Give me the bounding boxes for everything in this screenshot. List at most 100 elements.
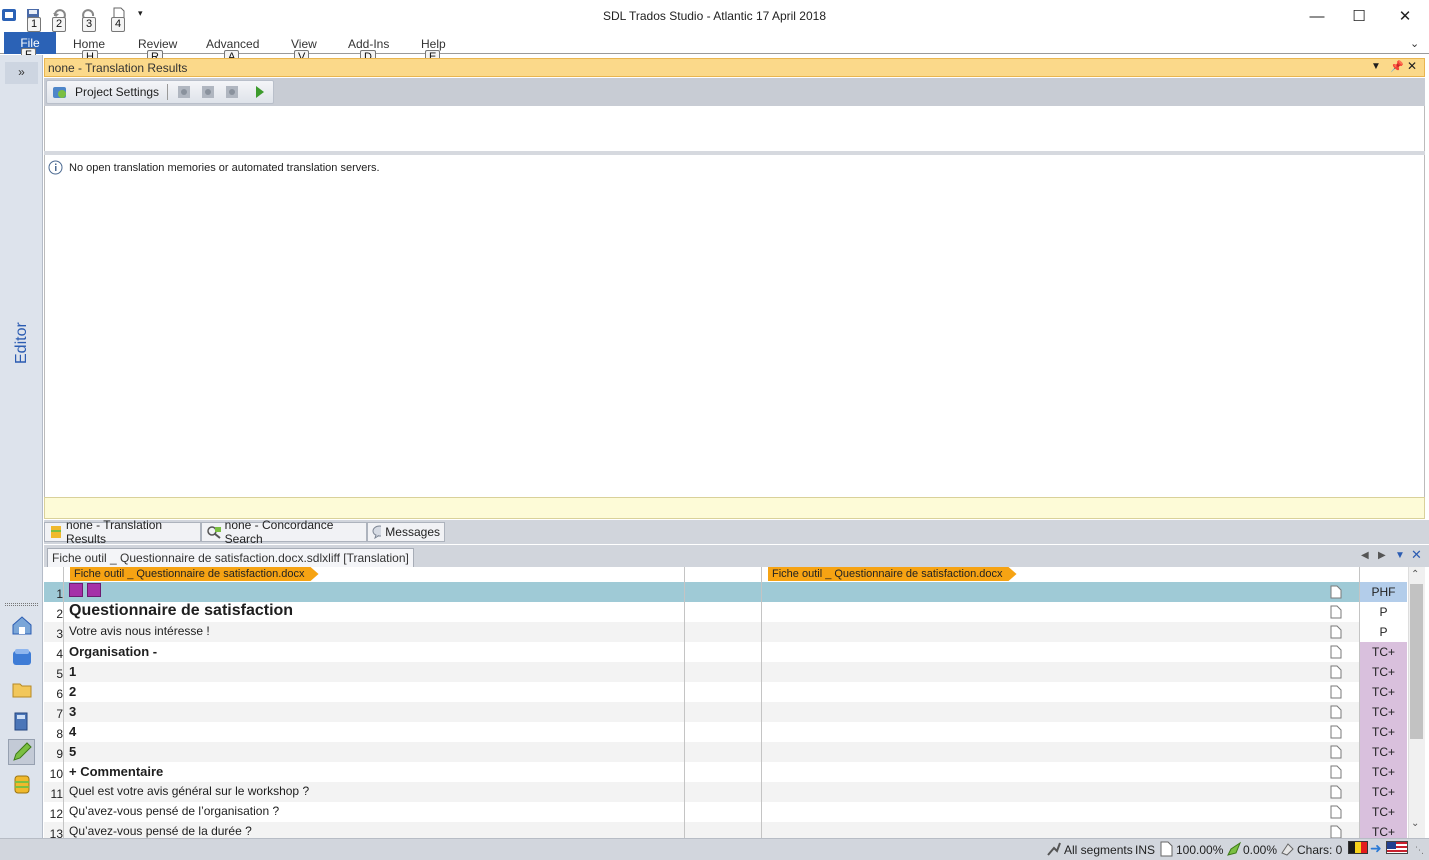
segment-row-1[interactable]: 1 PHF	[44, 582, 1407, 602]
segment-status-cell[interactable]	[685, 702, 1342, 722]
reports-view-icon[interactable]	[8, 708, 35, 734]
scroll-down-icon[interactable]: ⌄	[1411, 818, 1419, 829]
apply-result-icon[interactable]	[253, 84, 267, 103]
segment-status-cell[interactable]	[685, 622, 1342, 642]
tab-messages[interactable]: Messages	[367, 522, 445, 542]
scrollbar-thumb[interactable]	[1410, 584, 1423, 739]
tab-review[interactable]: Review	[138, 37, 177, 51]
segment-target-text[interactable]	[762, 742, 1360, 762]
tab-translation-results[interactable]: none - Translation Results	[44, 518, 201, 546]
panel-dropdown-icon[interactable]: ▼	[1371, 61, 1381, 72]
segment-target-text[interactable]	[762, 662, 1360, 682]
segment-status-cell[interactable]	[685, 602, 1342, 622]
segment-target-text[interactable]	[762, 642, 1360, 662]
document-tab[interactable]: Fiche outil _ Questionnaire de satisfact…	[47, 548, 414, 567]
insert-mode-status[interactable]: INS	[1135, 843, 1155, 857]
segment-target-text[interactable]	[762, 702, 1360, 722]
segment-row-7[interactable]: 7 3 TC+	[44, 702, 1407, 722]
segment-target-text[interactable]	[762, 762, 1360, 782]
segment-filter-icon[interactable]	[1046, 841, 1062, 860]
segment-filter-status[interactable]: All segments	[1064, 843, 1133, 857]
segment-row-6[interactable]: 6 2 TC+	[44, 682, 1407, 702]
resize-grip-icon[interactable]: ⋱	[1415, 845, 1424, 856]
minimize-button[interactable]: —	[1294, 0, 1340, 32]
first-result-icon[interactable]	[176, 84, 192, 103]
segment-target-text[interactable]	[762, 582, 1360, 602]
segment-source-text[interactable]: Organisation -	[69, 644, 681, 662]
segment-source-text[interactable]: Quel est votre avis général sur le works…	[69, 784, 681, 802]
segment-status-cell[interactable]	[685, 802, 1342, 822]
panel-close-icon[interactable]: ✕	[1407, 59, 1417, 73]
projects-view-icon[interactable]	[8, 644, 35, 670]
sidebar-expand-button[interactable]: »	[5, 62, 38, 84]
tab-home[interactable]: Home	[73, 37, 105, 51]
scroll-tabs-left-icon[interactable]: ◀	[1361, 550, 1369, 561]
segment-source-text[interactable]: Votre avis nous intéresse !	[69, 624, 681, 642]
segment-row-10[interactable]: 10 + Commentaire TC+	[44, 762, 1407, 782]
segment-row-5[interactable]: 5 1 TC+	[44, 662, 1407, 682]
segment-status-cell[interactable]	[685, 722, 1342, 742]
segment-structure-marker: TC+	[1360, 662, 1407, 682]
maximize-button[interactable]: ☐	[1336, 0, 1382, 32]
scroll-tabs-right-icon[interactable]: ▶	[1378, 550, 1386, 561]
segment-target-text[interactable]	[762, 622, 1360, 642]
segment-target-text[interactable]	[762, 802, 1360, 822]
tab-view[interactable]: View	[291, 37, 317, 51]
document-list-dropdown-icon[interactable]: ▼	[1395, 550, 1405, 561]
segment-status-cell[interactable]	[685, 742, 1342, 762]
no-tm-message: No open translation memories or automate…	[69, 162, 380, 174]
segment-structure-marker: TC+	[1360, 682, 1407, 702]
segment-source-text[interactable]: + Commentaire	[69, 764, 681, 782]
project-settings-button[interactable]: Project Settings	[75, 85, 159, 99]
segment-row-8[interactable]: 8 4 TC+	[44, 722, 1407, 742]
editor-view-icon[interactable]	[8, 739, 35, 765]
segment-source-text[interactable]: 2	[69, 684, 681, 702]
segment-row-12[interactable]: 12 Qu’avez-vous pensé de l’organisation ?…	[44, 802, 1407, 822]
project-settings-icon[interactable]	[52, 84, 68, 103]
segment-status-cell[interactable]	[685, 582, 1342, 602]
previous-result-icon[interactable]	[200, 84, 216, 103]
segment-row-9[interactable]: 9 5 TC+	[44, 742, 1407, 762]
close-document-icon[interactable]: ✕	[1411, 547, 1422, 563]
segment-status-cell[interactable]	[685, 682, 1342, 702]
segment-source-text[interactable]: 3	[69, 704, 681, 722]
segment-target-text[interactable]	[762, 602, 1360, 622]
segment-source-text[interactable]: 5	[69, 744, 681, 762]
segment-row-4[interactable]: 4 Organisation - TC+	[44, 642, 1407, 662]
segment-source-text[interactable]: 4	[69, 724, 681, 742]
tab-advanced[interactable]: Advanced	[206, 37, 259, 51]
segment-number: 2	[56, 607, 63, 621]
next-result-icon[interactable]	[224, 84, 240, 103]
tab-concordance-search[interactable]: none - Concordance Search	[201, 518, 367, 546]
segment-number: 8	[56, 727, 63, 741]
sidebar-splitter[interactable]	[5, 603, 38, 606]
segment-target-text[interactable]	[762, 682, 1360, 702]
segment-status-cell[interactable]	[685, 642, 1342, 662]
segment-status-cell[interactable]	[685, 662, 1342, 682]
sidebar-view-label: Editor	[13, 322, 30, 364]
column-divider-number	[63, 567, 64, 838]
segment-source-text[interactable]	[69, 583, 681, 601]
scroll-up-icon[interactable]: ⌃	[1411, 569, 1419, 580]
segment-source-text[interactable]: Questionnaire de satisfaction	[69, 602, 681, 620]
segment-target-text[interactable]	[762, 722, 1360, 742]
segment-status-cell[interactable]	[685, 762, 1342, 782]
segment-target-text[interactable]	[762, 782, 1360, 802]
panel-pin-icon[interactable]: 📌	[1390, 60, 1404, 73]
tab-add-ins[interactable]: Add-Ins	[348, 37, 389, 51]
welcome-view-icon[interactable]	[8, 612, 35, 638]
segment-row-11[interactable]: 11 Quel est votre avis général sur le wor…	[44, 782, 1407, 802]
language-direction-arrow-icon: ➜	[1370, 840, 1382, 856]
segment-row-2[interactable]: 2 Questionnaire de satisfaction P	[44, 602, 1407, 622]
files-view-icon[interactable]	[8, 676, 35, 702]
translation-memories-view-icon[interactable]	[8, 771, 35, 797]
ribbon-expand-icon[interactable]: ⌄	[1410, 37, 1419, 50]
segment-source-text[interactable]: Qu’avez-vous pensé de l’organisation ?	[69, 804, 681, 822]
tab-help[interactable]: Help	[421, 37, 446, 51]
close-button[interactable]: ✕	[1382, 0, 1428, 32]
segment-source-text[interactable]: 1	[69, 664, 681, 682]
segment-status-cell[interactable]	[685, 782, 1342, 802]
segment-number: 11	[50, 787, 63, 801]
segment-row-3[interactable]: 3 Votre avis nous intéresse ! P	[44, 622, 1407, 642]
segment-structure-marker: TC+	[1360, 702, 1407, 722]
